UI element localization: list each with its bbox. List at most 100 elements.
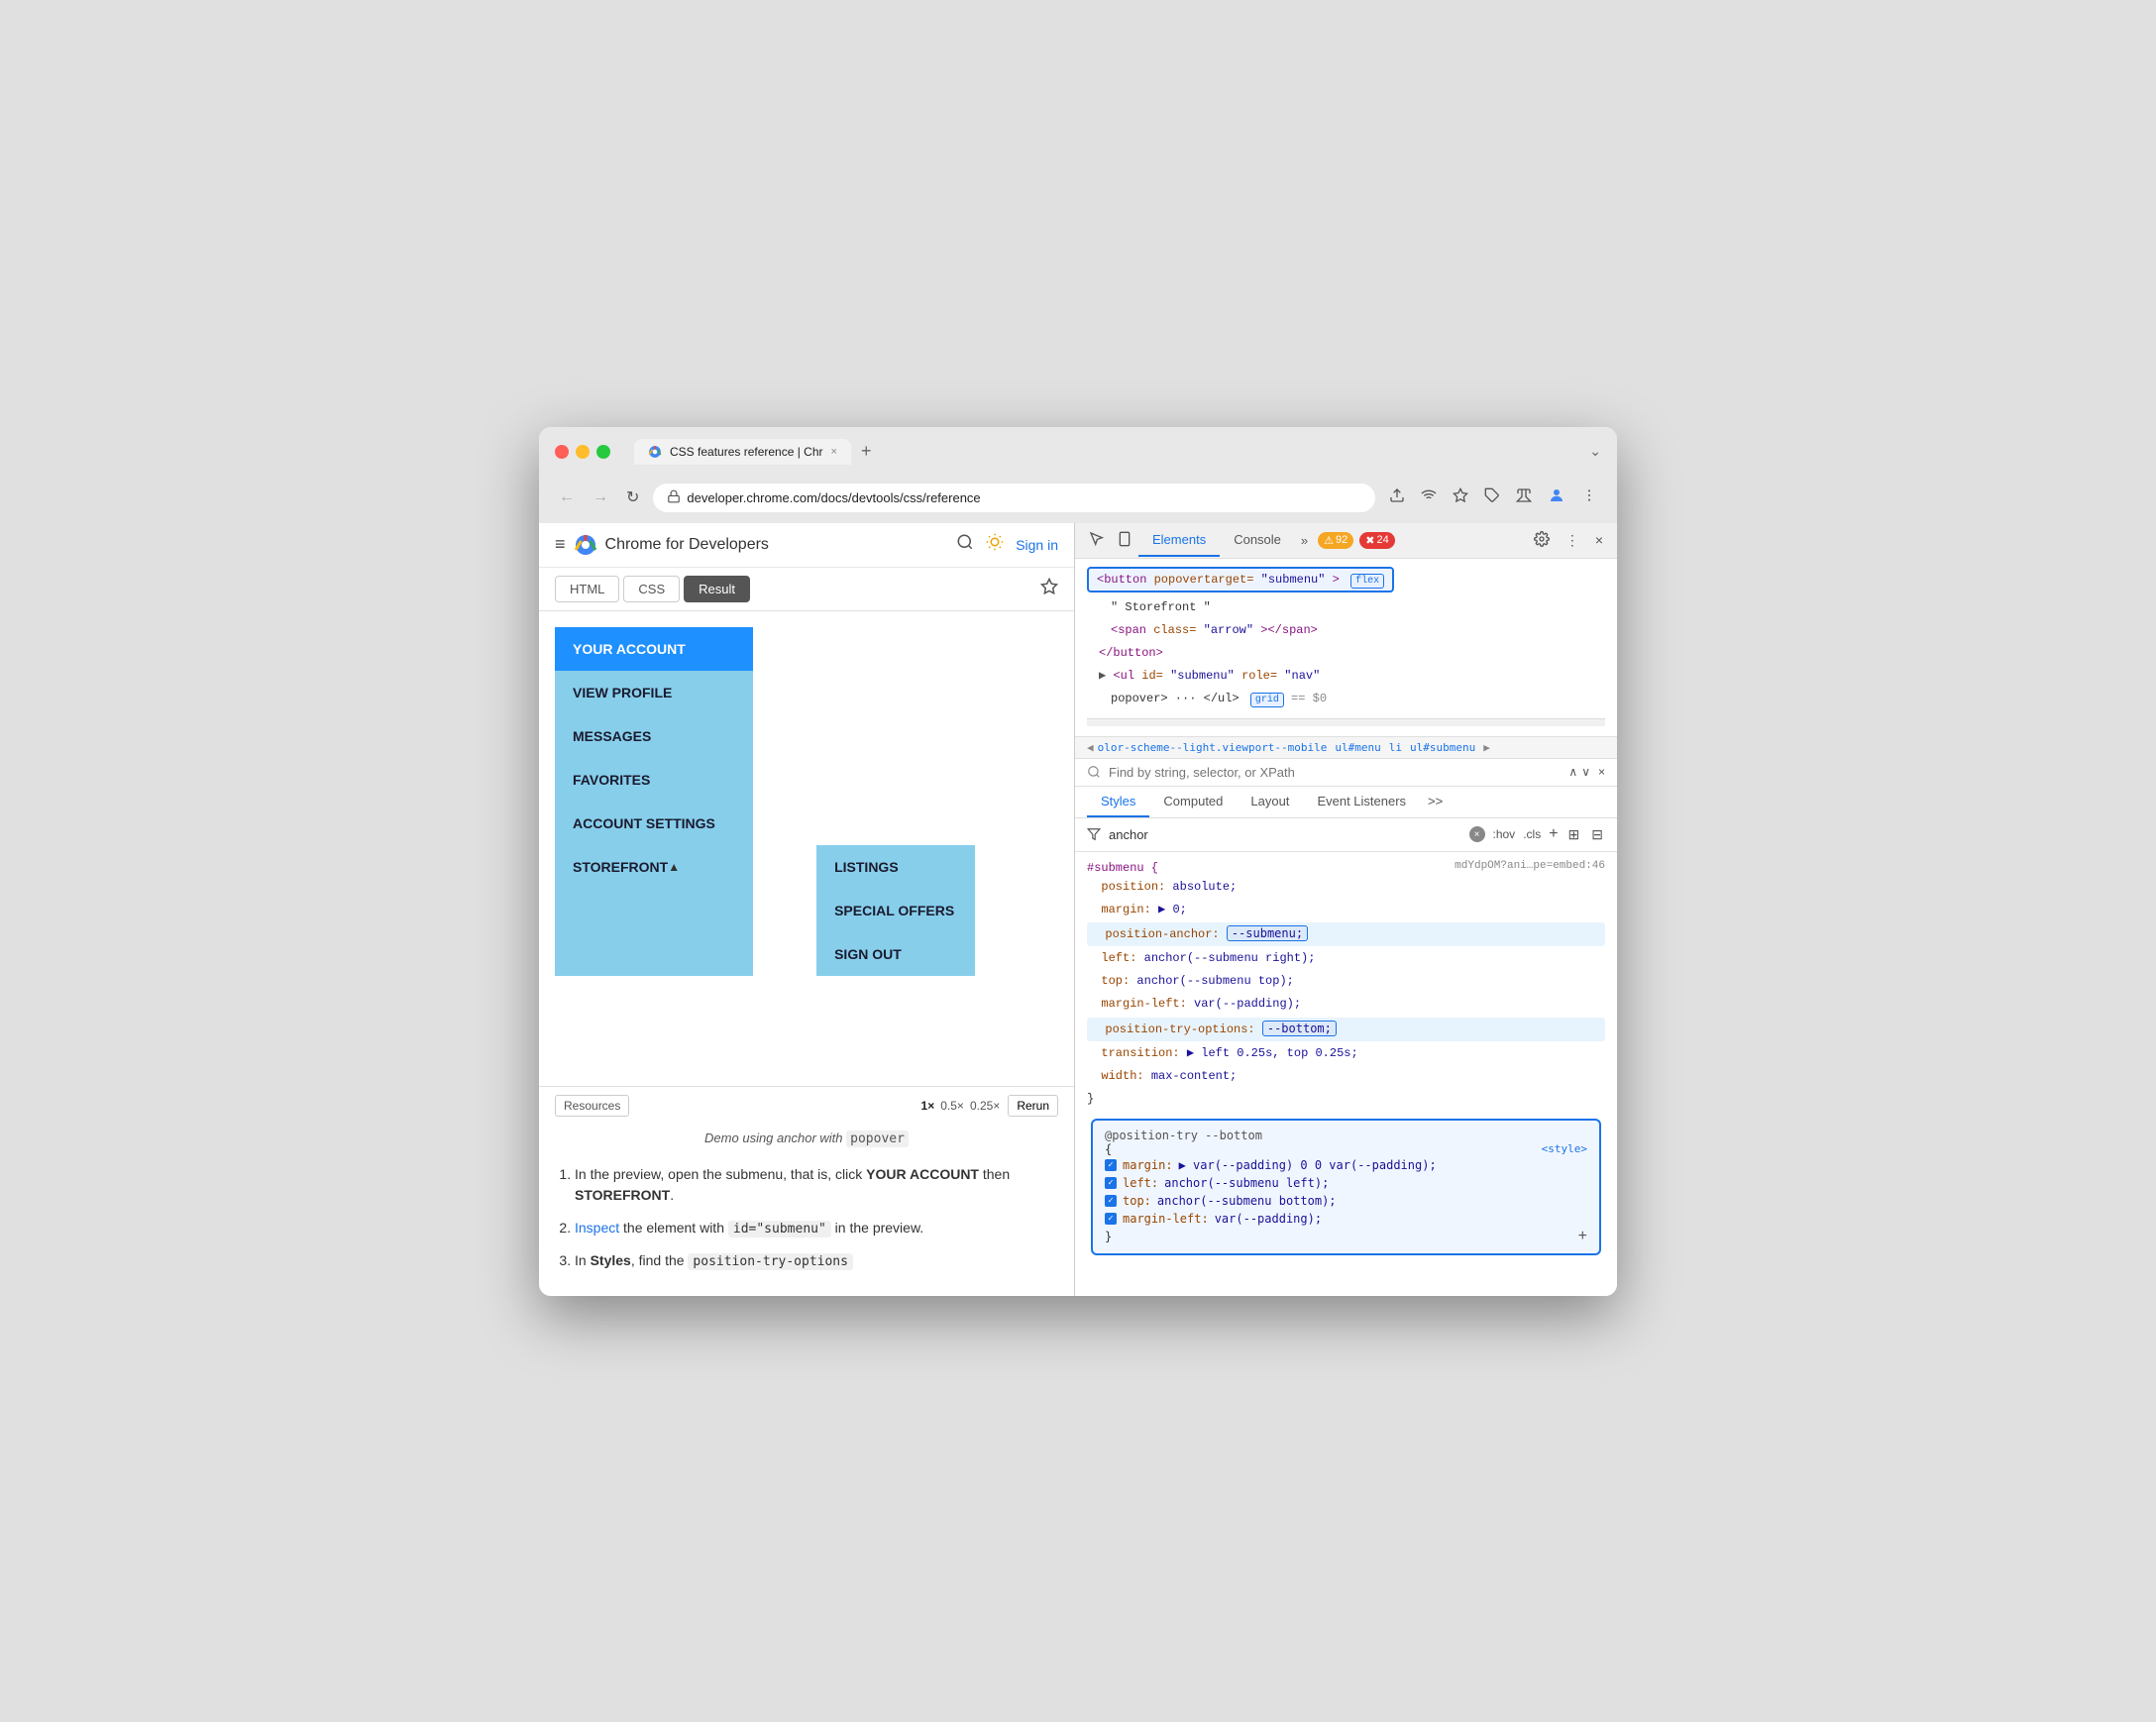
hamburger-menu-icon[interactable]: ≡	[555, 534, 566, 555]
code-tabs: HTML CSS Result	[539, 568, 1074, 611]
css-value: ▶ var(--padding) 0 0 var(--padding);	[1179, 1158, 1437, 1172]
inspect-mode-button[interactable]	[1083, 523, 1111, 558]
browser-content: ≡ Chrome for Developers	[539, 523, 1617, 1296]
preview-area: YOUR ACCOUNT VIEW PROFILE MESSAGES FAVOR…	[539, 611, 1074, 1086]
css-value: ▶ 0;	[1158, 903, 1187, 916]
theme-toggle-icon[interactable]	[986, 533, 1004, 556]
zoom-controls: 1× 0.5× 0.25×	[921, 1099, 1001, 1113]
devtools-settings-button[interactable]	[1528, 523, 1556, 558]
profile-button[interactable]	[1544, 483, 1569, 513]
code-id-submenu: id="submenu"	[728, 1221, 831, 1238]
minimize-window-button[interactable]	[576, 445, 590, 459]
menu-item-favorites[interactable]: FAVORITES	[555, 758, 753, 802]
sign-in-button[interactable]: Sign in	[1016, 537, 1058, 553]
menu-item-account-settings[interactable]: ACCOUNT SETTINGS	[555, 802, 753, 845]
more-tabs-button[interactable]: »	[1295, 525, 1314, 556]
devtools-more-button[interactable]: ⋮	[1560, 523, 1585, 558]
breadcrumb-item[interactable]: olor-scheme--light.viewport--mobile	[1098, 741, 1328, 754]
forward-button[interactable]: →	[589, 484, 612, 510]
find-next-button[interactable]: ∨	[1581, 765, 1590, 779]
css-checkbox[interactable]	[1105, 1213, 1117, 1225]
new-tab-button[interactable]: +	[855, 439, 878, 464]
tab-layout[interactable]: Layout	[1237, 787, 1303, 817]
css-checkbox[interactable]	[1105, 1195, 1117, 1207]
breadcrumb-end-arrow: ▶	[1483, 741, 1490, 754]
submenu-item-special-offers[interactable]: SPECIAL OFFERS	[816, 889, 975, 932]
selected-element[interactable]: <button popovertarget= "submenu" > flex	[1087, 567, 1394, 592]
close-window-button[interactable]	[555, 445, 569, 459]
tab-html[interactable]: HTML	[555, 576, 619, 602]
submenu-item-sign-out[interactable]: SIGN OUT	[816, 932, 975, 976]
demo-caption-text: Demo using anchor with	[704, 1130, 842, 1145]
toggle-element-state-button[interactable]: ⊟	[1589, 824, 1605, 845]
tab-css[interactable]: CSS	[623, 576, 680, 602]
zoom-1x-button[interactable]: 1×	[921, 1099, 935, 1113]
chrome-menu-button[interactable]	[1577, 484, 1601, 512]
find-nav-arrows: ∧ ∨	[1568, 765, 1590, 779]
zoom-025x-button[interactable]: 0.25×	[970, 1099, 1000, 1113]
bookmark-button[interactable]	[1449, 484, 1472, 512]
devtools-close-button[interactable]: ×	[1589, 523, 1609, 558]
address-input-field[interactable]: developer.chrome.com/docs/devtools/css/r…	[653, 484, 1375, 512]
find-input[interactable]	[1109, 765, 1561, 780]
demo-caption: Demo using anchor with popover	[539, 1125, 1074, 1152]
labs-button[interactable]	[1512, 484, 1536, 512]
resources-button[interactable]: Resources	[555, 1095, 629, 1117]
maximize-window-button[interactable]	[596, 445, 610, 459]
css-value: absolute;	[1172, 880, 1237, 894]
elements-breadcrumb: ◀ olor-scheme--light.viewport--mobile ul…	[1075, 737, 1617, 759]
menu-items: VIEW PROFILE MESSAGES FAVORITES ACCOUNT …	[555, 671, 753, 976]
menu-item-storefront[interactable]: STOREFRONT ▲	[555, 845, 698, 889]
add-style-button[interactable]: +	[1549, 825, 1558, 843]
css-line: transition: ▶ left 0.25s, top 0.25s;	[1087, 1042, 1605, 1065]
code-settings-icon[interactable]	[1040, 578, 1058, 600]
more-styles-tabs-button[interactable]: >>	[1420, 787, 1451, 817]
breadcrumb-item[interactable]: ul#submenu	[1410, 741, 1475, 754]
cast-button[interactable]	[1417, 484, 1441, 512]
tab-event-listeners[interactable]: Event Listeners	[1303, 787, 1420, 817]
new-style-rule-button[interactable]: ⊞	[1566, 824, 1582, 845]
window-menu-button[interactable]: ⌄	[1589, 443, 1601, 460]
breadcrumb-item[interactable]: li	[1389, 741, 1402, 754]
tab-result[interactable]: Result	[684, 576, 750, 602]
tab-console[interactable]: Console	[1220, 524, 1295, 557]
tab-elements[interactable]: Elements	[1138, 524, 1220, 557]
tab-close-button[interactable]: ×	[831, 446, 837, 458]
rerun-button[interactable]: Rerun	[1008, 1095, 1058, 1117]
css-rule-submenu: #submenu { mdYdpOM?ani…pe=embed:46 posit…	[1087, 860, 1605, 1112]
css-prop: top:	[1123, 1194, 1151, 1208]
menu-item-label: FAVORITES	[573, 772, 650, 788]
menu-item-messages[interactable]: MESSAGES	[555, 714, 753, 758]
refresh-button[interactable]: ↻	[622, 484, 643, 511]
css-prop: margin-left:	[1101, 997, 1186, 1011]
active-tab[interactable]: CSS features reference | Chr ×	[634, 439, 851, 465]
cls-button[interactable]: .cls	[1523, 827, 1541, 841]
css-checkbox[interactable]	[1105, 1159, 1117, 1171]
css-prop: margin-left:	[1123, 1212, 1209, 1226]
submenu-item-listings[interactable]: LISTINGS	[816, 845, 975, 889]
menu-item-view-profile[interactable]: VIEW PROFILE	[555, 671, 753, 714]
add-property-button[interactable]: +	[1578, 1228, 1587, 1245]
tab-title: CSS features reference | Chr	[670, 445, 823, 459]
horizontal-scrollbar[interactable]	[1087, 718, 1605, 726]
hov-button[interactable]: :hov	[1493, 827, 1516, 841]
screenshot-button[interactable]	[1385, 484, 1409, 512]
find-prev-button[interactable]: ∧	[1568, 765, 1577, 779]
find-close-button[interactable]: ×	[1598, 765, 1605, 779]
extensions-button[interactable]	[1480, 484, 1504, 512]
back-button[interactable]: ←	[555, 484, 579, 510]
filter-clear-button[interactable]: ×	[1469, 826, 1485, 842]
position-try-close: }	[1105, 1230, 1112, 1243]
breadcrumb-item[interactable]: ul#menu	[1335, 741, 1380, 754]
device-toolbar-button[interactable]	[1111, 523, 1138, 558]
zoom-05x-button[interactable]: 0.5×	[940, 1099, 964, 1113]
search-icon[interactable]	[956, 533, 974, 556]
inspect-link[interactable]: Inspect	[575, 1220, 619, 1236]
html-line: ▶ <ul id= "submenu" role= "nav"	[1087, 665, 1605, 688]
css-checkbox[interactable]	[1105, 1177, 1117, 1189]
tab-styles[interactable]: Styles	[1087, 787, 1149, 817]
bold-your-account: YOUR ACCOUNT	[866, 1166, 979, 1182]
tab-computed[interactable]: Computed	[1149, 787, 1237, 817]
bold-styles: Styles	[591, 1252, 631, 1268]
styles-filter-input[interactable]	[1109, 827, 1461, 842]
